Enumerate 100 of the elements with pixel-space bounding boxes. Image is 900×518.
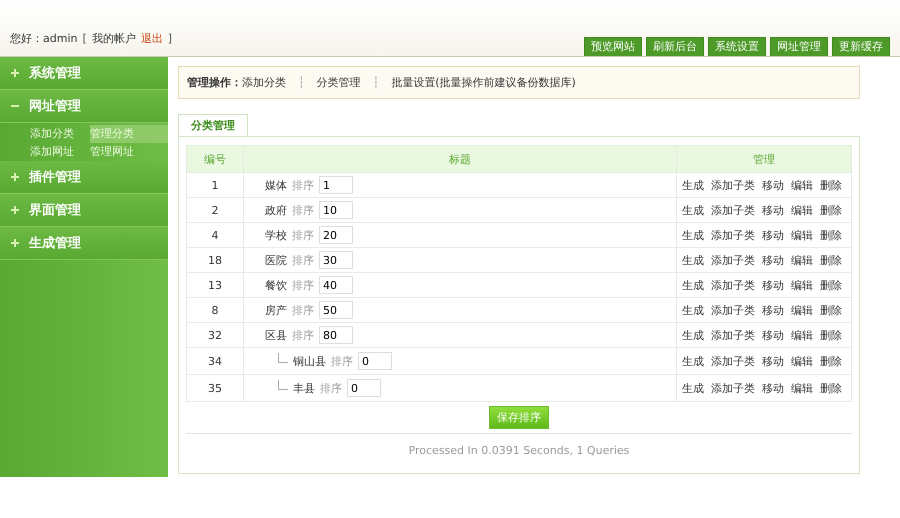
action-link[interactable]: 删除 xyxy=(820,380,842,396)
action-link[interactable]: 生成 xyxy=(682,354,704,368)
top-nav-button[interactable]: 预览网站 xyxy=(584,37,642,56)
table-cell: 18 xyxy=(186,248,244,272)
category-name: 学校 xyxy=(265,228,287,242)
action-link[interactable]: 生成 xyxy=(682,278,704,292)
category-name: 丰县 xyxy=(293,380,315,396)
category-name: 房产 xyxy=(265,302,287,318)
sort-input[interactable]: 0 xyxy=(347,379,381,397)
column-header: 管理 xyxy=(676,146,852,172)
logout-link[interactable]: 退出 xyxy=(140,31,163,46)
action-link[interactable]: 移动 xyxy=(762,252,784,268)
footer-text: Processed In 0.0391 Seconds, 1 Queries xyxy=(408,443,630,459)
action-link[interactable]: 生成 xyxy=(682,178,704,192)
action-link[interactable]: 编辑 xyxy=(791,328,813,342)
category-name: 铜山县 xyxy=(293,354,326,368)
sort-input[interactable]: 0 xyxy=(358,352,392,370)
action-link[interactable]: 添加子类 xyxy=(711,202,755,218)
action-link[interactable]: 编辑 xyxy=(791,228,813,242)
tree-line-icon xyxy=(278,353,288,363)
toolbar-link[interactable]: 批量设置(批量操作前建议备份数据库) xyxy=(391,75,576,90)
action-link[interactable]: 移动 xyxy=(762,278,784,292)
action-link[interactable]: 添加子类 xyxy=(711,354,755,368)
action-link[interactable]: 添加子类 xyxy=(711,328,755,342)
action-link[interactable]: 编辑 xyxy=(791,178,813,192)
bracket-text: [ xyxy=(82,32,87,45)
sort-label: 排序 xyxy=(292,252,314,268)
top-nav-button[interactable]: 系统设置 xyxy=(708,37,766,56)
table-cell: 4 xyxy=(186,222,244,248)
table-cell: 1 xyxy=(186,172,244,198)
sort-label: 排序 xyxy=(292,278,314,292)
action-link[interactable]: 生成 xyxy=(682,252,704,268)
sort-input[interactable]: 20 xyxy=(319,226,353,244)
action-link[interactable]: 移动 xyxy=(762,302,784,318)
toolbar-link[interactable]: 分类管理 xyxy=(316,75,361,90)
sort-input[interactable]: 40 xyxy=(319,276,353,294)
top-nav-button[interactable]: 刷新后台 xyxy=(646,37,704,56)
sort-input[interactable]: 10 xyxy=(319,201,353,219)
action-link[interactable]: 生成 xyxy=(682,228,704,242)
separator-text: ┆ xyxy=(372,76,380,89)
toolbar-link[interactable]: 添加分类 xyxy=(242,75,286,90)
sort-label: 排序 xyxy=(292,178,314,192)
column-header: 编号 xyxy=(186,146,244,172)
action-link[interactable]: 编辑 xyxy=(791,302,813,318)
sort-label: 排序 xyxy=(320,380,342,396)
action-link[interactable]: 移动 xyxy=(762,354,784,368)
action-link[interactable]: 删除 xyxy=(820,302,842,318)
action-link[interactable]: 删除 xyxy=(820,252,842,268)
category-name: 医院 xyxy=(265,252,287,268)
action-link[interactable]: 编辑 xyxy=(791,380,813,396)
column-header: 标题 xyxy=(244,146,676,172)
action-link[interactable]: 编辑 xyxy=(791,252,813,268)
category-name: 区县 xyxy=(265,328,287,342)
tab[interactable]: 分类管理 xyxy=(178,114,248,136)
action-link[interactable]: 移动 xyxy=(762,202,784,218)
sort-label: 排序 xyxy=(331,354,353,368)
sort-label: 排序 xyxy=(292,328,314,342)
category-name: 餐饮 xyxy=(265,278,287,292)
top-nav-button[interactable]: 更新缓存 xyxy=(832,37,890,56)
my-account-link[interactable]: 我的帐户 xyxy=(92,31,136,46)
action-link[interactable]: 生成 xyxy=(682,380,704,396)
action-link[interactable]: 生成 xyxy=(682,328,704,342)
action-link[interactable]: 移动 xyxy=(762,178,784,192)
category-name: 媒体 xyxy=(265,178,287,192)
action-link[interactable]: 编辑 xyxy=(791,278,813,292)
table-cell: 13 xyxy=(186,272,244,298)
action-link[interactable]: 移动 xyxy=(762,228,784,242)
table-cell: 34 xyxy=(186,348,244,374)
action-link[interactable]: 移动 xyxy=(762,380,784,396)
action-link[interactable]: 添加子类 xyxy=(711,380,755,396)
greeting-text: 您好：admin xyxy=(10,31,78,46)
action-link[interactable]: 删除 xyxy=(820,328,842,342)
sort-label: 排序 xyxy=(292,202,314,218)
action-link[interactable]: 添加子类 xyxy=(711,178,755,192)
action-link[interactable]: 添加子类 xyxy=(711,278,755,292)
table-cell: 2 xyxy=(186,198,244,222)
action-link[interactable]: 编辑 xyxy=(791,354,813,368)
sort-label: 排序 xyxy=(292,302,314,318)
action-link[interactable]: 删除 xyxy=(820,178,842,192)
action-link[interactable]: 删除 xyxy=(820,202,842,218)
sort-input[interactable]: 80 xyxy=(319,326,353,344)
separator-text: ┆ xyxy=(298,76,305,89)
action-link[interactable]: 移动 xyxy=(762,328,784,342)
action-link[interactable]: 删除 xyxy=(820,354,842,368)
category-name: 政府 xyxy=(265,202,287,218)
action-link[interactable]: 添加子类 xyxy=(711,302,755,318)
sort-input[interactable]: 50 xyxy=(319,301,353,319)
action-link[interactable]: 生成 xyxy=(682,202,704,218)
action-link[interactable]: 编辑 xyxy=(791,202,813,218)
sort-input[interactable]: 1 xyxy=(319,176,353,194)
action-link[interactable]: 添加子类 xyxy=(711,252,755,268)
action-link[interactable]: 添加子类 xyxy=(711,228,755,242)
bracket-text: ] xyxy=(168,32,172,45)
action-link[interactable]: 生成 xyxy=(682,302,704,318)
action-link[interactable]: 删除 xyxy=(820,228,842,242)
tree-line-icon xyxy=(278,380,288,390)
table-cell: 32 xyxy=(186,322,244,348)
action-link[interactable]: 删除 xyxy=(820,278,842,292)
sort-input[interactable]: 30 xyxy=(319,251,353,269)
top-nav-button[interactable]: 网址管理 xyxy=(770,37,828,56)
